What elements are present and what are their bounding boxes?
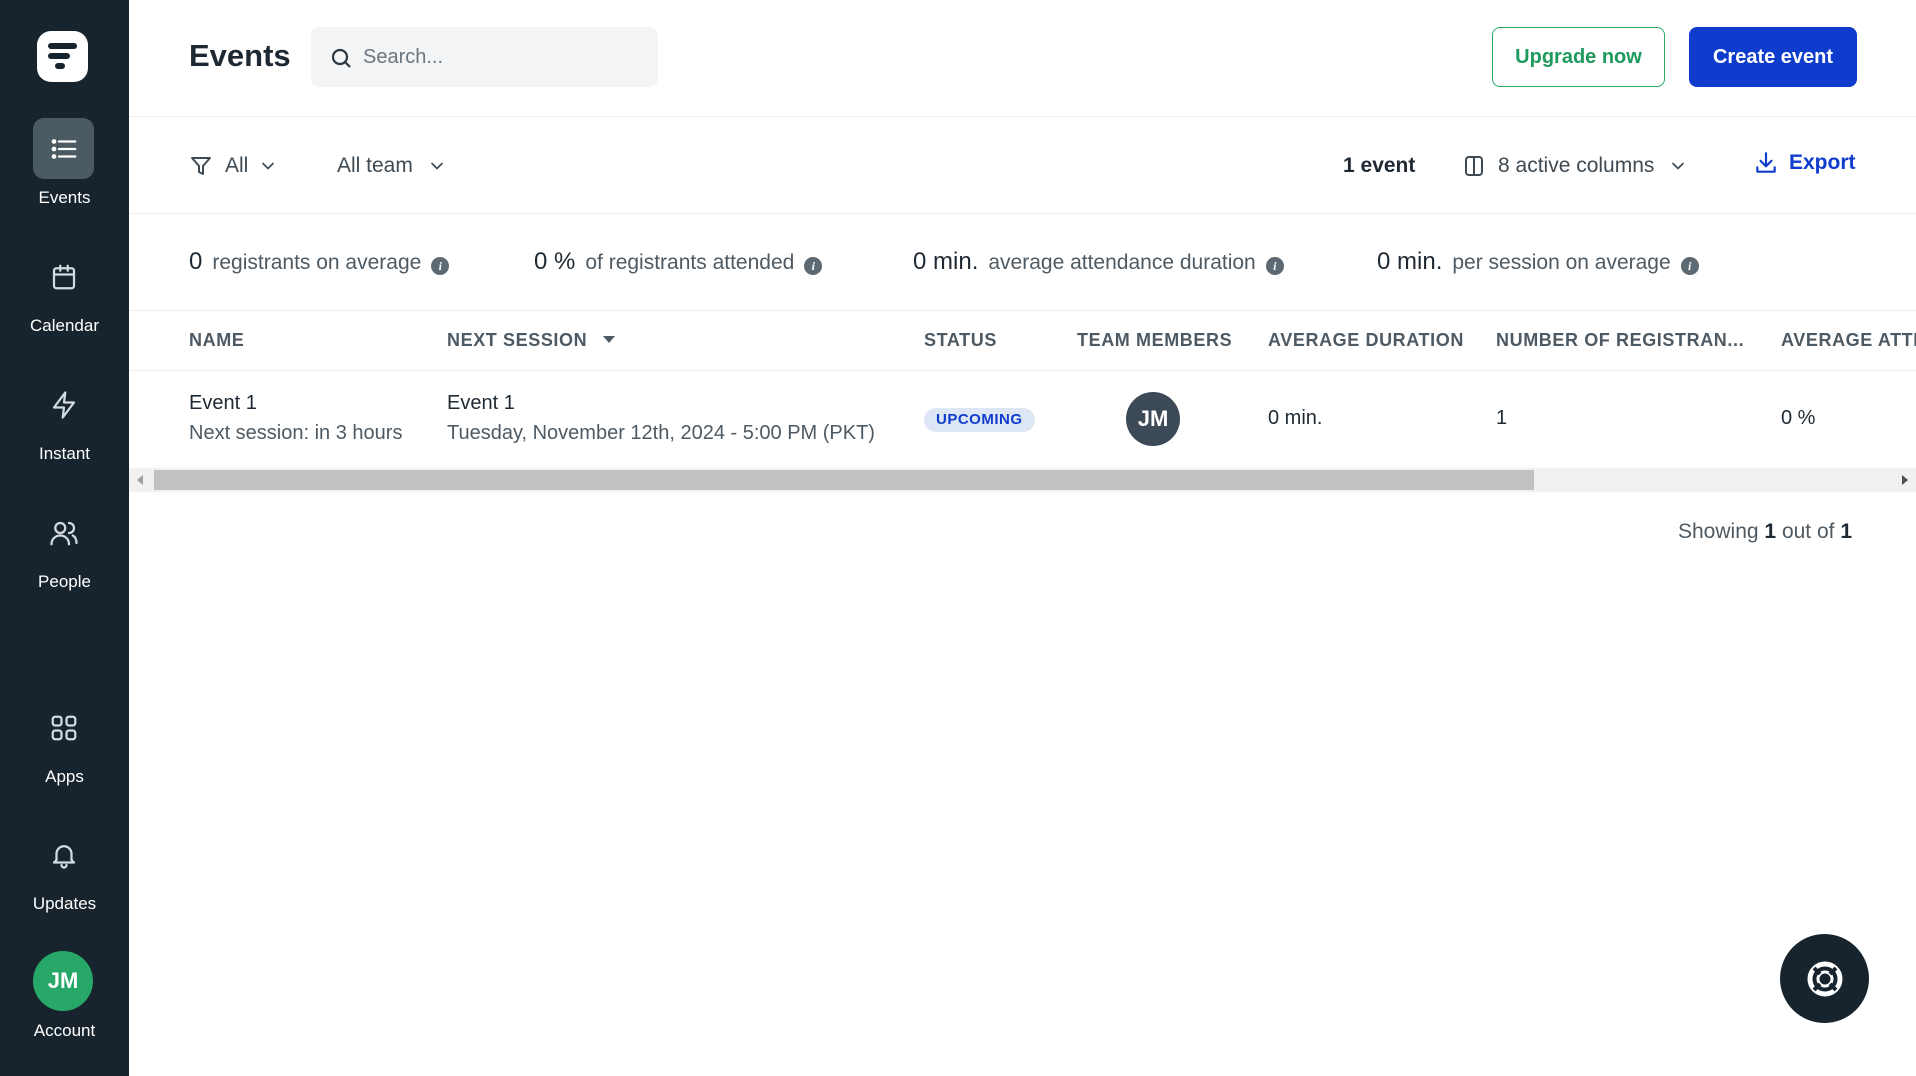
- pagination-total: 1: [1840, 520, 1853, 543]
- stat-registrants-attended: 0 % of registrants attended i: [534, 248, 823, 276]
- sidebar-item-label: Apps: [45, 767, 84, 786]
- lifebuoy-icon: [1807, 961, 1842, 996]
- pagination-shown: 1: [1764, 520, 1777, 543]
- page-title: Events: [189, 38, 291, 73]
- sidebar-item-calendar[interactable]: Calendar: [0, 246, 129, 346]
- event-count: 1 event: [1343, 154, 1416, 177]
- sidebar-item-label: Events: [38, 188, 91, 207]
- pagination-middle: out of: [1781, 520, 1835, 543]
- download-icon: [1756, 152, 1776, 173]
- divider: [129, 370, 1916, 371]
- export-button[interactable]: Export: [1753, 150, 1856, 176]
- horizontal-scrollbar[interactable]: [129, 468, 1916, 492]
- column-header-name[interactable]: NAME: [189, 330, 244, 351]
- column-header-average-attendance[interactable]: AVERAGE ATTE: [1781, 330, 1916, 351]
- sidebar-item-instant[interactable]: Instant: [0, 374, 129, 474]
- sidebar-item-label: Instant: [38, 444, 91, 463]
- stat-registrants-average: 0 registrants on average i: [189, 248, 450, 276]
- sidebar-item-people[interactable]: People: [0, 502, 129, 602]
- type-filter-dropdown[interactable]: All: [189, 150, 278, 182]
- team-filter-dropdown[interactable]: All team: [337, 150, 447, 182]
- event-name[interactable]: Event 1: [189, 392, 257, 415]
- apps-grid-icon: [33, 697, 94, 758]
- column-header-status[interactable]: STATUS: [924, 330, 997, 351]
- stat-value: 0 min.: [913, 248, 979, 275]
- chevron-down-icon: [431, 162, 443, 170]
- avatar: JM: [33, 951, 93, 1011]
- filter-icon: [191, 157, 211, 175]
- stat-value: 0 min.: [1377, 248, 1443, 275]
- stat-attendance-duration: 0 min. average attendance duration i: [913, 248, 1284, 276]
- info-icon[interactable]: i: [804, 257, 823, 275]
- app-logo[interactable]: [37, 31, 88, 82]
- sidebar-item-label: Calendar: [30, 316, 99, 335]
- status-badge: UPCOMING: [924, 408, 1035, 432]
- scroll-left-arrow-icon[interactable]: [137, 475, 143, 485]
- sort-desc-icon: [602, 336, 615, 343]
- sidebar-item-updates[interactable]: Updates: [0, 824, 129, 924]
- team-filter-label: All team: [337, 154, 413, 177]
- stat-value: 0: [189, 248, 203, 275]
- create-event-button[interactable]: Create event: [1689, 27, 1857, 87]
- info-icon[interactable]: i: [1265, 257, 1284, 275]
- session-datetime: Tuesday, November 12th, 2024 - 5:00 PM (…: [447, 422, 875, 444]
- column-header-label: NEXT SESSION: [447, 330, 588, 350]
- event-next-session-hint: Next session: in 3 hours: [189, 422, 403, 444]
- search-input[interactable]: [363, 27, 643, 87]
- columns-dropdown[interactable]: 8 active columns: [1462, 150, 1688, 182]
- column-header-registrants[interactable]: NUMBER OF REGISTRAN...: [1496, 330, 1744, 351]
- lightning-icon: [33, 374, 94, 435]
- sidebar-item-label: Account: [33, 1021, 96, 1040]
- help-button[interactable]: [1780, 934, 1869, 1023]
- stat-label: registrants on average: [212, 251, 422, 274]
- sidebar-item-apps[interactable]: Apps: [0, 697, 129, 797]
- bell-icon: [33, 824, 94, 885]
- stat-per-session: 0 min. per session on average i: [1377, 248, 1699, 276]
- sidebar-item-label: People: [38, 572, 91, 591]
- stat-label: average attendance duration: [988, 251, 1256, 274]
- stat-value: 0 %: [534, 248, 576, 275]
- scrollbar-thumb[interactable]: [154, 470, 1534, 490]
- sidebar-item-label: Updates: [32, 894, 97, 913]
- chevron-down-icon: [262, 162, 275, 170]
- registrants-value: 1: [1496, 407, 1508, 429]
- sidebar-item-events[interactable]: Events: [0, 118, 129, 218]
- pagination-summary: Showing 1 out of 1: [1678, 520, 1852, 544]
- info-icon[interactable]: i: [1680, 257, 1699, 275]
- search-icon: [331, 48, 351, 68]
- sidebar-item-account[interactable]: JM Account: [0, 951, 129, 1051]
- session-name: Event 1: [447, 392, 515, 414]
- calendar-icon: [33, 246, 94, 307]
- avatar[interactable]: JM: [1126, 392, 1180, 446]
- stat-label: of registrants attended: [585, 251, 795, 274]
- search-box[interactable]: [311, 27, 658, 87]
- sidebar: Events Calendar Instant People Apps Upda…: [0, 0, 129, 1076]
- info-icon[interactable]: i: [431, 257, 450, 275]
- columns-icon: [1465, 156, 1483, 176]
- stat-label: per session on average: [1452, 251, 1671, 274]
- column-header-team-members[interactable]: TEAM MEMBERS: [1077, 330, 1232, 351]
- scroll-right-arrow-icon[interactable]: [1902, 475, 1908, 485]
- average-attendance-value: 0 %: [1781, 407, 1816, 429]
- divider: [129, 310, 1916, 311]
- divider: [129, 116, 1916, 117]
- divider: [129, 213, 1916, 214]
- upgrade-now-button[interactable]: Upgrade now: [1492, 27, 1665, 87]
- type-filter-label: All: [225, 154, 249, 177]
- chevron-down-icon: [1672, 162, 1685, 170]
- people-icon: [33, 502, 94, 563]
- column-header-average-duration[interactable]: AVERAGE DURATION: [1268, 330, 1464, 351]
- list-icon: [33, 118, 94, 179]
- export-label: Export: [1789, 151, 1856, 174]
- pagination-prefix: Showing: [1678, 520, 1759, 543]
- columns-label: 8 active columns: [1498, 154, 1655, 177]
- average-duration-value: 0 min.: [1268, 407, 1323, 429]
- table-row[interactable]: Event 1 Next session: in 3 hours Event 1…: [129, 372, 1916, 466]
- column-header-next-session[interactable]: NEXT SESSION: [447, 330, 615, 351]
